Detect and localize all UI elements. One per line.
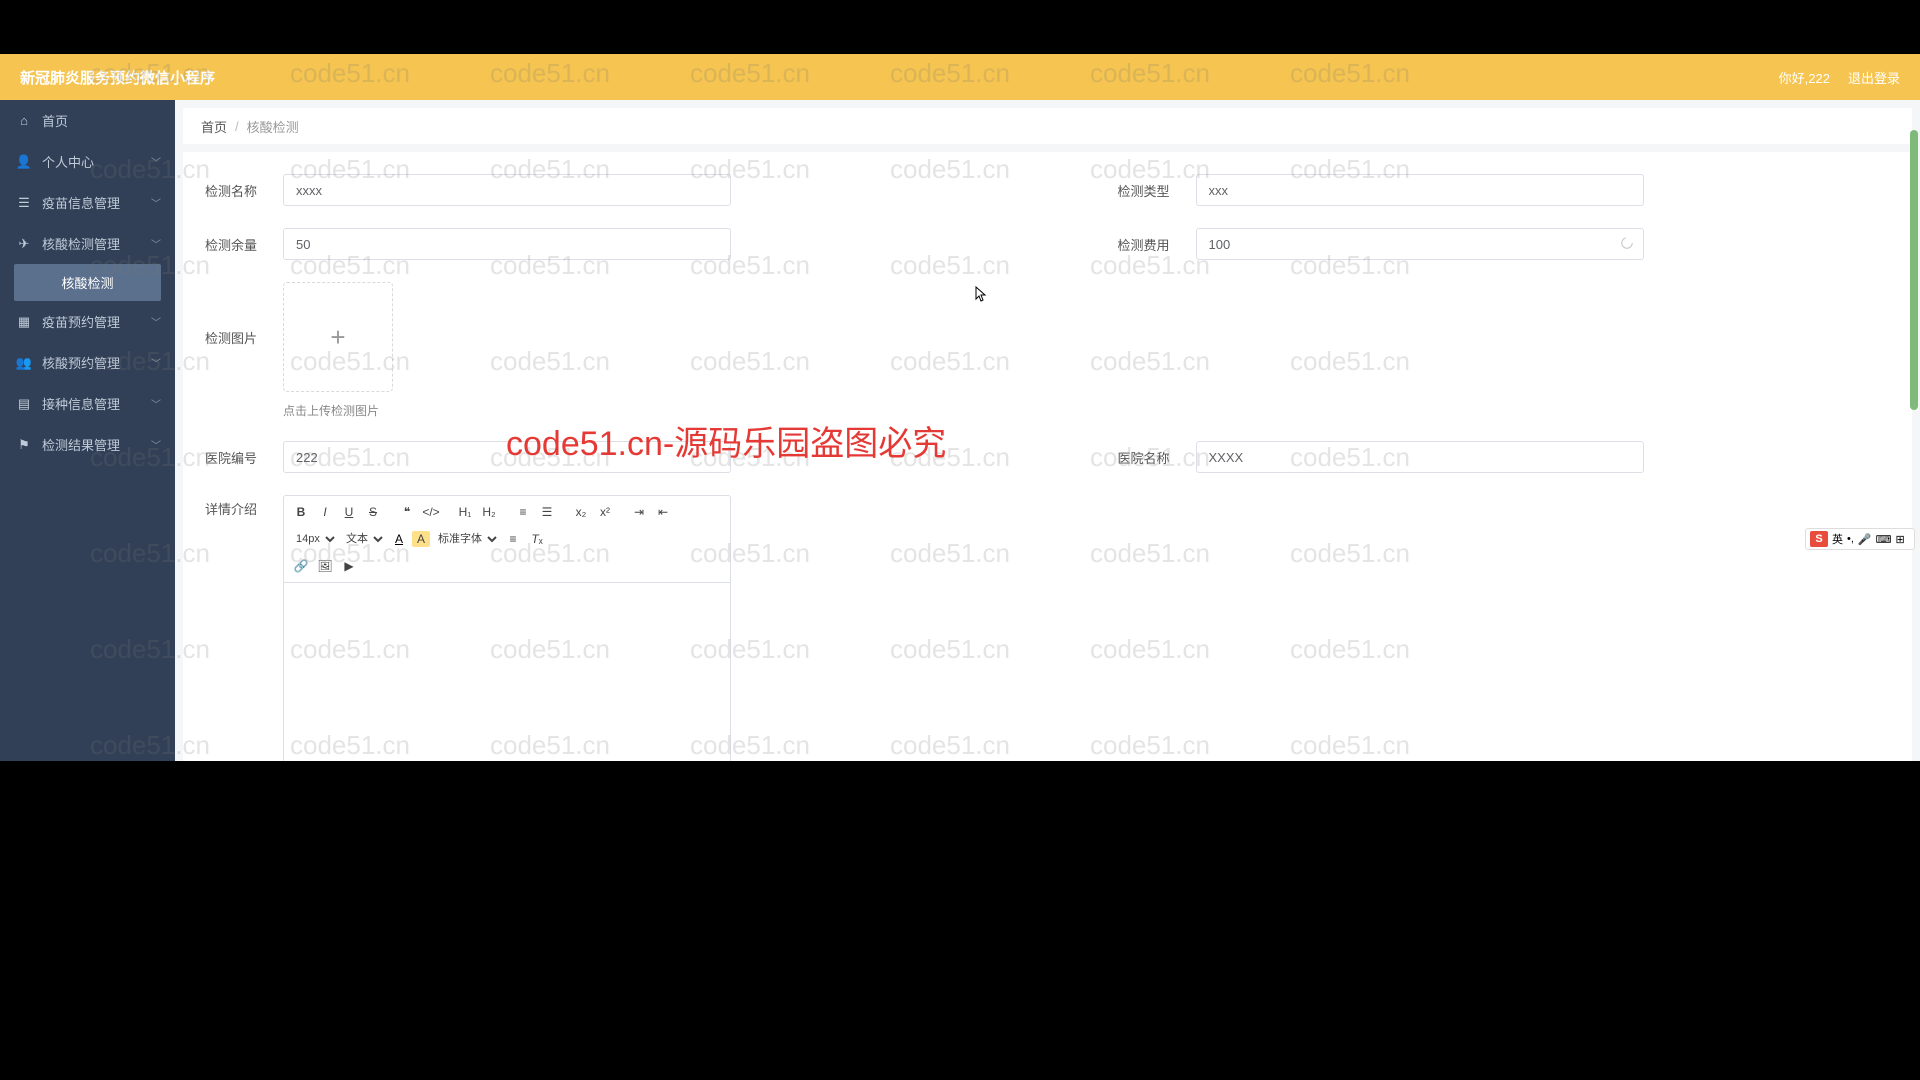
sidebar-subitem-nucleic-test[interactable]: 核酸检测 bbox=[14, 264, 161, 301]
label-test-fee: 检测费用 bbox=[1118, 235, 1190, 254]
chevron-down-icon: ﹀ bbox=[151, 437, 161, 452]
plane-icon: ✈ bbox=[16, 236, 32, 252]
align-button[interactable]: ≡ bbox=[502, 528, 524, 550]
sidebar-item-profile[interactable]: 👤 个人中心 ﹀ bbox=[0, 141, 175, 182]
input-test-type[interactable] bbox=[1196, 174, 1644, 206]
format-select[interactable]: 文本 bbox=[340, 528, 386, 550]
form-card: 检测名称 检测类型 检测余量 检测费用 bbox=[183, 152, 1912, 761]
ime-lang[interactable]: 英 bbox=[1832, 531, 1843, 547]
image-button[interactable]: 🖼 bbox=[314, 555, 336, 577]
quote-button[interactable]: ❝ bbox=[396, 501, 418, 523]
user-greeting[interactable]: 你好,222 bbox=[1779, 68, 1830, 87]
breadcrumb-sep: / bbox=[235, 119, 239, 134]
h2-button[interactable]: H₂ bbox=[478, 501, 500, 523]
scrollbar-track[interactable] bbox=[1910, 100, 1918, 761]
label-test-qty: 检测余量 bbox=[205, 235, 277, 254]
chevron-down-icon: ﹀ bbox=[151, 236, 161, 251]
sidebar-label: 接种信息管理 bbox=[42, 394, 120, 413]
header: 新冠肺炎服务预约微信小程序 你好,222 退出登录 bbox=[0, 54, 1920, 100]
h1-button[interactable]: H₁ bbox=[454, 501, 476, 523]
sidebar: ⌂ 首页 👤 个人中心 ﹀ ☰ 疫苗信息管理 ﹀ ✈ 核酸检测管理 ﹀ 核酸检测 bbox=[0, 100, 175, 761]
code-button[interactable]: </> bbox=[420, 501, 442, 523]
label-test-type: 检测类型 bbox=[1118, 181, 1190, 200]
grid-icon: ▦ bbox=[16, 314, 32, 330]
clear-format-button[interactable]: Tₓ bbox=[526, 528, 548, 550]
link-button[interactable]: 🔗 bbox=[290, 555, 312, 577]
sidebar-label: 检测结果管理 bbox=[42, 435, 120, 454]
app-title: 新冠肺炎服务预约微信小程序 bbox=[20, 67, 1779, 88]
logout-link[interactable]: 退出登录 bbox=[1848, 68, 1900, 87]
input-test-name[interactable] bbox=[283, 174, 731, 206]
doc-icon: ▤ bbox=[16, 396, 32, 412]
bgcolor-button[interactable]: A bbox=[412, 531, 430, 547]
image-uploader[interactable]: + bbox=[283, 282, 393, 392]
main-content: 首页 / 核酸检测 检测名称 检测类型 检测余量 bbox=[175, 100, 1920, 761]
scrollbar-thumb[interactable] bbox=[1910, 130, 1918, 410]
sidebar-item-vaccine-info[interactable]: ☰ 疫苗信息管理 ﹀ bbox=[0, 182, 175, 223]
label-test-name: 检测名称 bbox=[205, 181, 277, 200]
sidebar-item-nucleic-test[interactable]: ✈ 核酸检测管理 ﹀ bbox=[0, 223, 175, 264]
input-hosp-id[interactable] bbox=[283, 441, 731, 473]
editor-content[interactable] bbox=[284, 583, 730, 761]
sidebar-item-results[interactable]: ⚑ 检测结果管理 ﹀ bbox=[0, 424, 175, 465]
ime-keyboard-icon[interactable]: ⌨ bbox=[1876, 533, 1892, 546]
chevron-down-icon: ﹀ bbox=[151, 195, 161, 210]
italic-button[interactable]: I bbox=[314, 501, 336, 523]
sidebar-label: 首页 bbox=[42, 111, 68, 130]
ol-button[interactable]: ≡ bbox=[512, 501, 534, 523]
input-hosp-name[interactable] bbox=[1196, 441, 1644, 473]
video-button[interactable]: ▶ bbox=[338, 555, 360, 577]
bars-icon: ☰ bbox=[16, 195, 32, 211]
sidebar-item-inoculation[interactable]: ▤ 接种信息管理 ﹀ bbox=[0, 383, 175, 424]
breadcrumb-current: 核酸检测 bbox=[247, 117, 299, 136]
chevron-down-icon: ﹀ bbox=[151, 396, 161, 411]
sidebar-label: 核酸预约管理 bbox=[42, 353, 120, 372]
sidebar-label: 核酸检测管理 bbox=[42, 234, 120, 253]
input-test-fee[interactable] bbox=[1196, 228, 1644, 260]
label-hosp-name: 医院名称 bbox=[1118, 448, 1190, 467]
ime-toolbar[interactable]: S 英 •, 🎤 ⌨ ⊞ bbox=[1805, 528, 1915, 550]
label-test-img: 检测图片 bbox=[205, 282, 277, 347]
fontsize-select[interactable]: 14px bbox=[290, 528, 338, 550]
fontfamily-select[interactable]: 标准字体 bbox=[432, 528, 500, 550]
ime-punct-icon[interactable]: •, bbox=[1847, 533, 1854, 545]
sidebar-label: 个人中心 bbox=[42, 152, 94, 171]
plus-icon: + bbox=[330, 322, 345, 353]
textcolor-button[interactable]: A bbox=[388, 528, 410, 550]
indent-button[interactable]: ⇥ bbox=[628, 501, 650, 523]
home-icon: ⌂ bbox=[16, 113, 32, 129]
bold-button[interactable]: B bbox=[290, 501, 312, 523]
subscript-button[interactable]: x₂ bbox=[570, 501, 592, 523]
chevron-down-icon: ﹀ bbox=[151, 314, 161, 329]
sidebar-item-nucleic-appt[interactable]: 👥 核酸预约管理 ﹀ bbox=[0, 342, 175, 383]
user2-icon: 👥 bbox=[16, 355, 32, 371]
upload-hint: 点击上传检测图片 bbox=[283, 402, 393, 419]
ime-logo-icon: S bbox=[1810, 531, 1828, 547]
chevron-down-icon: ﹀ bbox=[151, 154, 161, 169]
sidebar-item-vaccine-appt[interactable]: ▦ 疫苗预约管理 ﹀ bbox=[0, 301, 175, 342]
chevron-down-icon: ﹀ bbox=[151, 355, 161, 370]
ime-mic-icon[interactable]: 🎤 bbox=[1858, 533, 1872, 546]
label-detail: 详情介绍 bbox=[205, 495, 277, 761]
input-test-qty[interactable] bbox=[283, 228, 731, 260]
breadcrumb: 首页 / 核酸检测 bbox=[183, 108, 1912, 144]
user-icon: 👤 bbox=[16, 154, 32, 170]
editor-toolbar: B I U S ❝ </> H₁ H₂ ≡ ☰ bbox=[284, 496, 730, 583]
sidebar-item-home[interactable]: ⌂ 首页 bbox=[0, 100, 175, 141]
ul-button[interactable]: ☰ bbox=[536, 501, 558, 523]
outdent-button[interactable]: ⇤ bbox=[652, 501, 674, 523]
sidebar-label: 疫苗信息管理 bbox=[42, 193, 120, 212]
sidebar-label: 疫苗预约管理 bbox=[42, 312, 120, 331]
superscript-button[interactable]: x² bbox=[594, 501, 616, 523]
rich-text-editor: B I U S ❝ </> H₁ H₂ ≡ ☰ bbox=[283, 495, 731, 761]
breadcrumb-root[interactable]: 首页 bbox=[201, 117, 227, 136]
strike-button[interactable]: S bbox=[362, 501, 384, 523]
label-hosp-id: 医院编号 bbox=[205, 448, 277, 467]
spinner-icon bbox=[1620, 236, 1634, 250]
underline-button[interactable]: U bbox=[338, 501, 360, 523]
ime-menu-icon[interactable]: ⊞ bbox=[1896, 533, 1905, 546]
flag-icon: ⚑ bbox=[16, 437, 32, 453]
